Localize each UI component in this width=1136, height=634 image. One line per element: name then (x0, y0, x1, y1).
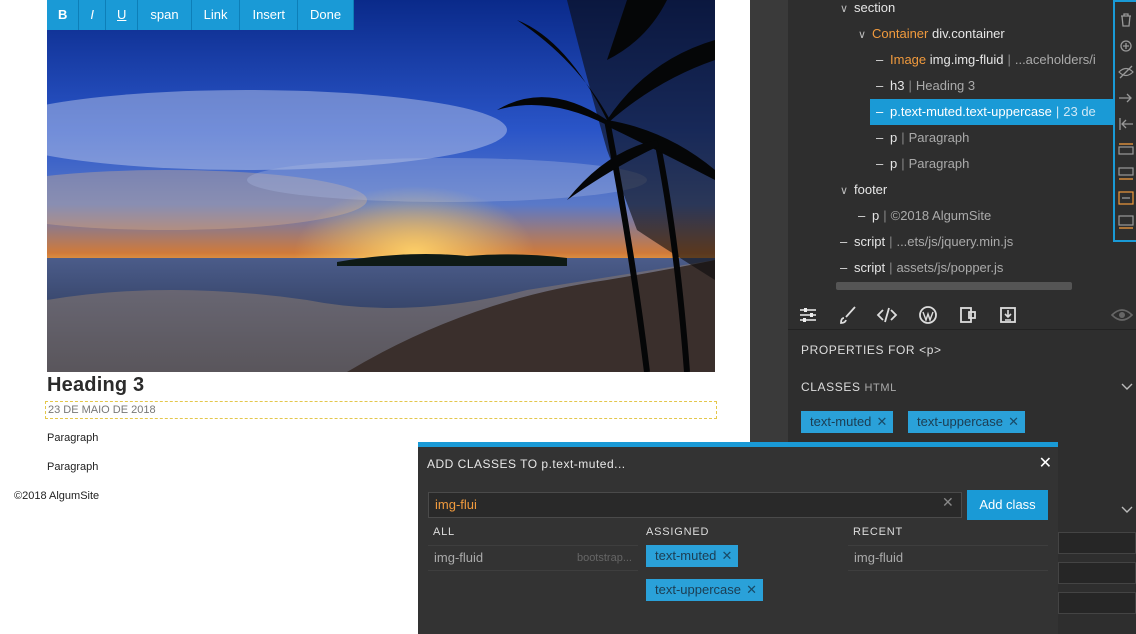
dash-icon: – (876, 130, 884, 145)
insert-inside-icon[interactable] (1118, 190, 1134, 206)
chevron-down-icon[interactable] (1121, 380, 1133, 392)
underline-button[interactable]: U (106, 0, 139, 30)
tree-item-container[interactable]: ∨ Container div.container (858, 21, 1005, 47)
tree-item-script-popper[interactable]: – script | assets/js/popper.js (840, 255, 1003, 281)
done-button[interactable]: Done (298, 0, 355, 30)
tree-item-footer[interactable]: ∨ footer (840, 177, 887, 203)
chevron-down-icon[interactable]: ∨ (840, 0, 854, 22)
assigned-column-header: ASSIGNED (646, 526, 710, 538)
page-heading[interactable]: Heading 3 (47, 374, 144, 397)
add-class-button[interactable]: Add class (967, 490, 1048, 520)
components-icon[interactable] (956, 303, 980, 327)
canvas-margin (0, 0, 14, 634)
tree-horizontal-scrollbar[interactable] (836, 282, 1072, 290)
inline-format-toolbar: B I U span Link Insert Done (47, 0, 355, 30)
italic-button[interactable]: I (79, 0, 107, 30)
wordpress-icon[interactable] (916, 303, 940, 327)
duplicate-icon[interactable] (1118, 38, 1134, 54)
tree-action-icons (1113, 0, 1136, 242)
all-column-header: ALL (433, 526, 455, 538)
remove-class-icon[interactable]: ✕ (722, 545, 733, 567)
remove-class-icon[interactable]: ✕ (1008, 411, 1019, 433)
recent-column-header: RECENT (853, 526, 904, 538)
tree-item-script-jquery[interactable]: – script | ...ets/js/jquery.min.js (840, 229, 1013, 255)
chevron-down-icon[interactable]: ∨ (858, 22, 872, 48)
dash-icon: – (876, 78, 884, 93)
clear-input-icon[interactable]: ✕ (942, 494, 954, 511)
remove-class-icon[interactable]: ✕ (746, 579, 757, 601)
paragraph-1[interactable]: Paragraph (47, 432, 98, 444)
property-field[interactable] (1058, 592, 1136, 614)
link-button[interactable]: Link (192, 0, 241, 30)
dash-icon: – (876, 104, 884, 119)
tree-item-image[interactable]: – Image img.img-fluid | ...aceholders/i (876, 47, 1096, 73)
eye-off-icon[interactable] (1118, 64, 1134, 80)
dash-icon: – (840, 260, 848, 275)
brush-icon[interactable] (836, 303, 860, 327)
paragraph-2[interactable]: Paragraph (47, 461, 98, 473)
dash-icon: – (840, 234, 848, 249)
close-icon[interactable]: ✕ (1039, 453, 1052, 473)
code-icon[interactable] (875, 303, 899, 327)
property-field[interactable] (1058, 562, 1136, 584)
add-classes-dialog: ADD CLASSES TO p.text-muted... ✕ img-flu… (418, 442, 1058, 634)
indent-icon[interactable] (1118, 90, 1134, 106)
all-class-item[interactable]: img-fluid bootstrap... (428, 545, 638, 571)
dash-icon: – (876, 52, 884, 67)
export-icon[interactable] (996, 303, 1020, 327)
class-pill-text-uppercase[interactable]: text-uppercase ✕ (908, 411, 1025, 433)
selected-date-paragraph[interactable]: 23 DE MAIO DE 2018 (45, 401, 717, 419)
tree-item-footer-p[interactable]: – p | ©2018 AlgumSite (858, 203, 991, 229)
tree-item-p1[interactable]: – p | Paragraph (876, 125, 969, 151)
footer-copyright[interactable]: ©2018 AlgumSite (14, 490, 99, 502)
hero-image[interactable] (47, 0, 715, 372)
panel-tabs (788, 300, 1136, 330)
property-field[interactable] (1058, 532, 1136, 554)
dash-icon: – (876, 156, 884, 171)
insert-after-icon[interactable] (1118, 214, 1134, 230)
tree-item-section[interactable]: ∨ section (840, 0, 895, 21)
tree-item-p-muted[interactable]: – p.text-muted.text-uppercase | 23 de (876, 99, 1096, 125)
tree-item-h3[interactable]: – h3 | Heading 3 (876, 73, 975, 99)
span-button[interactable]: span (138, 0, 192, 30)
class-search-input[interactable]: img-flui (428, 492, 962, 518)
eye-icon[interactable] (1110, 303, 1134, 327)
properties-title: PROPERTIES FOR <p> (801, 343, 942, 357)
dash-icon: – (858, 208, 866, 223)
dialog-title: ADD CLASSES TO p.text-muted... (427, 457, 626, 471)
assigned-pill-text-muted[interactable]: text-muted ✕ (646, 545, 739, 567)
beach-sunset-image (47, 0, 715, 372)
trash-icon[interactable] (1118, 12, 1134, 28)
bold-button[interactable]: B (47, 0, 80, 30)
classes-header[interactable]: CLASSES HTML (801, 380, 897, 394)
recent-class-item[interactable]: img-fluid (848, 545, 1048, 571)
class-pill-text-muted[interactable]: text-muted ✕ (801, 411, 894, 433)
insert-button[interactable]: Insert (240, 0, 298, 30)
remove-class-icon[interactable]: ✕ (877, 411, 888, 433)
tree-item-p2[interactable]: – p | Paragraph (876, 151, 969, 177)
chevron-down-icon[interactable]: ∨ (840, 178, 854, 204)
assigned-pill-text-uppercase[interactable]: text-uppercase ✕ (646, 579, 763, 601)
chevron-down-icon[interactable] (1121, 503, 1133, 515)
wrap-above-icon[interactable] (1118, 142, 1134, 158)
sliders-icon[interactable] (796, 303, 820, 327)
outdent-icon[interactable] (1118, 116, 1134, 132)
wrap-below-icon[interactable] (1118, 166, 1134, 182)
